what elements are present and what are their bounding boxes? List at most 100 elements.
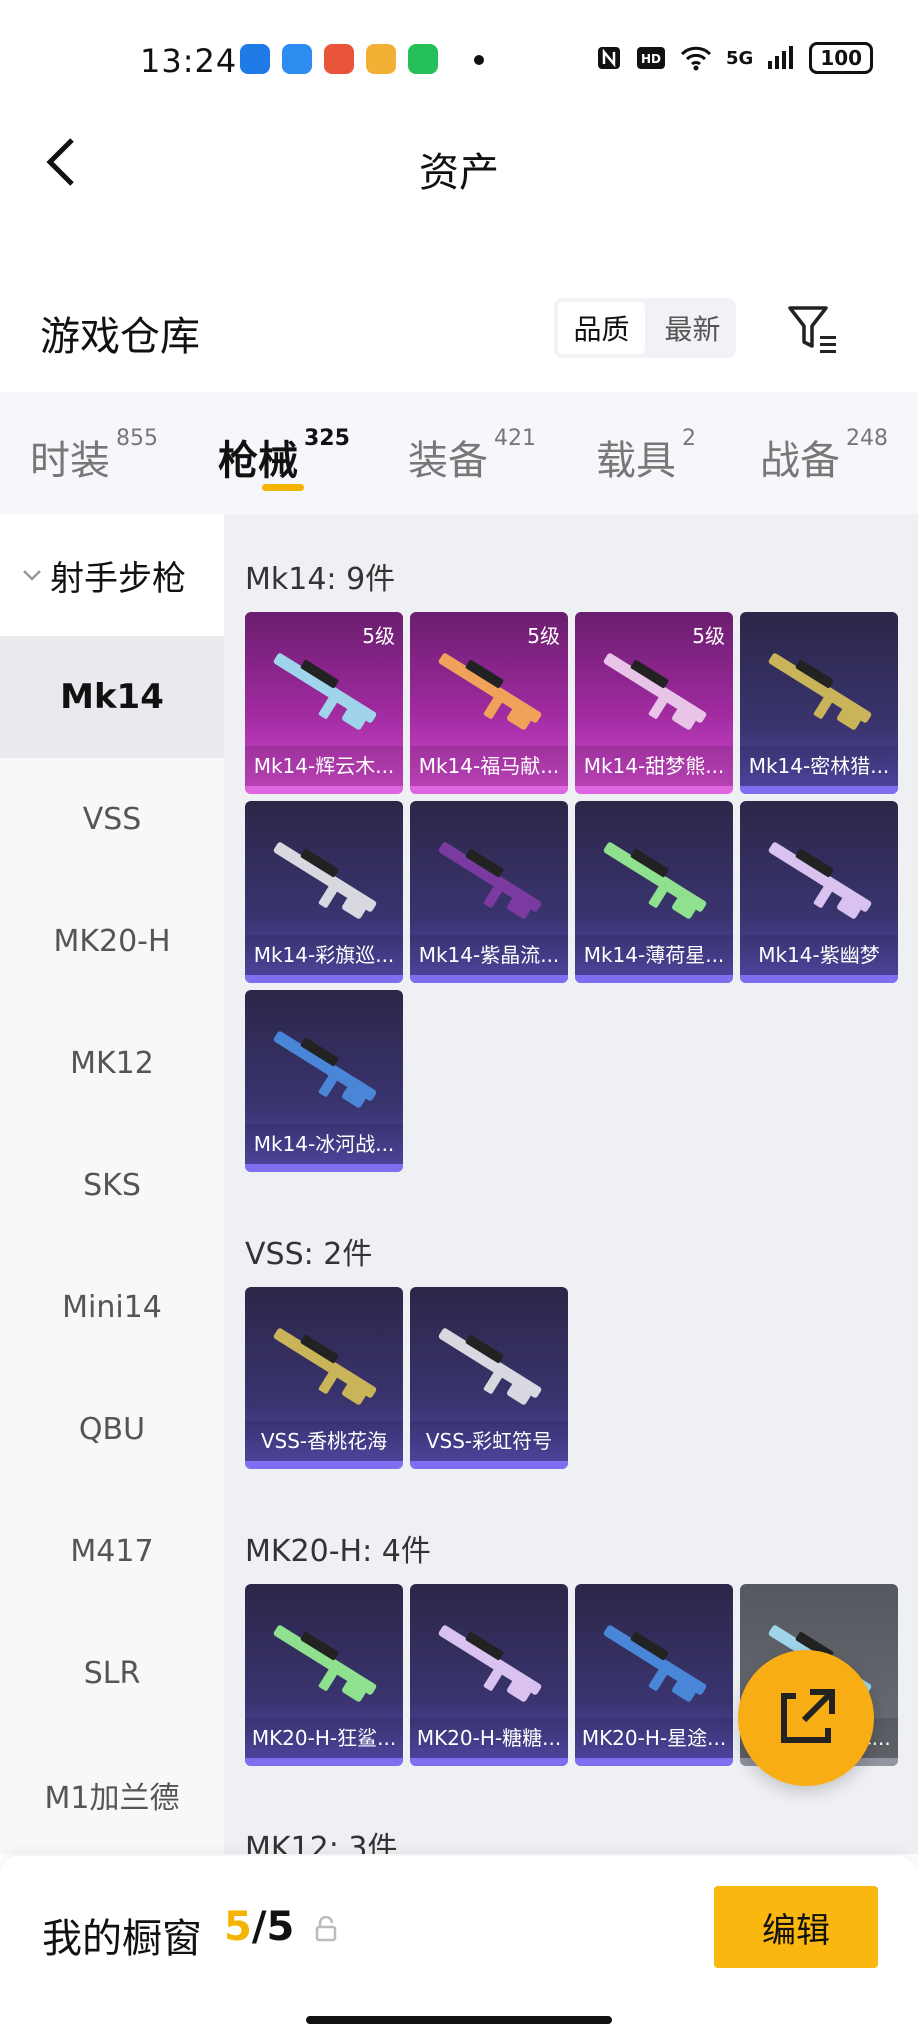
tab-count: 2 bbox=[682, 426, 696, 451]
more-notifications-dot-icon bbox=[474, 55, 484, 65]
rarity-bar bbox=[245, 975, 403, 983]
weapon-image bbox=[603, 1625, 707, 1702]
app-notification-icon bbox=[240, 44, 270, 74]
weapon-card[interactable]: Mk14-紫幽梦 bbox=[740, 801, 898, 983]
weapon-card[interactable]: Mk14-薄荷星... bbox=[575, 801, 733, 983]
showcase-count-total: 5 bbox=[266, 1904, 295, 1950]
weapon-name: Mk14-密林猎... bbox=[740, 746, 898, 786]
sidebar-item[interactable]: MK12 bbox=[0, 1002, 224, 1124]
status-time: 13:24 bbox=[140, 42, 238, 80]
weapon-card[interactable]: Mk14-密林猎... bbox=[740, 612, 898, 794]
edit-button[interactable]: 编辑 bbox=[714, 1886, 878, 1968]
weapon-name: Mk14-辉云木... bbox=[245, 746, 403, 786]
weapon-card[interactable]: Mk14-冰河战... bbox=[245, 990, 403, 1172]
tab-4[interactable]: 战备 248 bbox=[760, 426, 888, 486]
tab-count: 325 bbox=[304, 426, 350, 451]
weapon-name: VSS-彩虹符号 bbox=[410, 1421, 568, 1461]
weapon-card[interactable]: VSS-香桃花海 bbox=[245, 1287, 403, 1469]
app-notification-icon bbox=[366, 44, 396, 74]
weapon-name: VSS-香桃花海 bbox=[245, 1421, 403, 1461]
hd-icon: HD bbox=[637, 47, 665, 69]
weapon-card[interactable]: MK20-H-糖糖... bbox=[410, 1584, 568, 1766]
weapon-card[interactable]: MK20-H-狂鲨... bbox=[245, 1584, 403, 1766]
weapon-image bbox=[768, 653, 872, 730]
showcase-count: 5/5 bbox=[224, 1904, 294, 1950]
weapon-image bbox=[273, 653, 377, 730]
weapon-name: Mk14-紫幽梦 bbox=[740, 935, 898, 975]
sidebar-item[interactable]: SLR bbox=[0, 1612, 224, 1734]
weapon-card[interactable]: 5级 Mk14-辉云木... bbox=[245, 612, 403, 794]
section-title: MK20-H: 4件 bbox=[245, 1534, 431, 1569]
tab-2[interactable]: 装备 421 bbox=[408, 426, 536, 486]
status-bar: 13:24 HD 5G 100 bbox=[0, 0, 918, 120]
tab-3[interactable]: 载具 2 bbox=[596, 426, 696, 486]
weapon-name: MK20-H-糖糖... bbox=[410, 1718, 568, 1758]
weapon-name: MK20-H-狂鲨... bbox=[245, 1718, 403, 1758]
weapon-card[interactable]: 5级 Mk14-福马献... bbox=[410, 612, 568, 794]
filter-icon[interactable] bbox=[786, 302, 840, 356]
weapon-image bbox=[768, 842, 872, 919]
sidebar-item[interactable]: Mini14 bbox=[0, 1246, 224, 1368]
weapon-image bbox=[438, 1625, 542, 1702]
section-title: VSS: 2件 bbox=[245, 1237, 373, 1272]
section-title: Mk14: 9件 bbox=[245, 562, 396, 597]
share-fab-button[interactable] bbox=[738, 1650, 874, 1786]
rarity-bar bbox=[245, 786, 403, 794]
showcase-count-separator: / bbox=[251, 1904, 267, 1950]
app-notification-icon bbox=[282, 44, 312, 74]
lock-icon bbox=[315, 1916, 337, 1942]
share-out-icon bbox=[781, 1689, 835, 1743]
rarity-bar bbox=[740, 786, 898, 794]
rarity-bar bbox=[575, 975, 733, 983]
weapon-image bbox=[603, 653, 707, 730]
sidebar: 射手步枪 Mk14 VSS MK20-H MK12 SKS Mini14 QBU M417 SL… bbox=[0, 514, 224, 1854]
rarity-bar bbox=[575, 786, 733, 794]
weapon-card[interactable]: Mk14-彩旗巡... bbox=[245, 801, 403, 983]
tab-count: 248 bbox=[846, 426, 888, 451]
weapon-image bbox=[273, 842, 377, 919]
tab-label: 时装 bbox=[30, 438, 110, 484]
level-badge: 5级 bbox=[362, 624, 395, 648]
weapon-name: Mk14-福马献... bbox=[410, 746, 568, 786]
weapon-card[interactable]: 5级 Mk14-甜梦熊... bbox=[575, 612, 733, 794]
weapon-card[interactable]: MK20-H-星途... bbox=[575, 1584, 733, 1766]
level-badge: 5级 bbox=[527, 624, 560, 648]
sidebar-item[interactable]: M417 bbox=[0, 1490, 224, 1612]
showcase-title: 我的橱窗 bbox=[42, 1916, 202, 1962]
rarity-bar bbox=[410, 975, 568, 983]
weapon-image bbox=[438, 1328, 542, 1405]
home-indicator[interactable] bbox=[306, 2016, 612, 2024]
notification-icons bbox=[240, 44, 438, 74]
section-title: MK12: 3件 bbox=[245, 1831, 398, 1854]
level-badge: 5级 bbox=[692, 624, 725, 648]
weapon-card[interactable]: Mk14-紫晶流... bbox=[410, 801, 568, 983]
tab-0[interactable]: 时装 855 bbox=[30, 426, 158, 486]
weapon-name: Mk14-彩旗巡... bbox=[245, 935, 403, 975]
sidebar-category-header[interactable]: 射手步枪 bbox=[0, 514, 224, 636]
tab-count: 421 bbox=[494, 426, 536, 451]
sidebar-category-label: 射手步枪 bbox=[50, 558, 186, 599]
sidebar-item[interactable]: VSS bbox=[0, 758, 224, 880]
showcase-bar: 我的橱窗 5/5 编辑 bbox=[0, 1856, 918, 2040]
sort-newest-button[interactable]: 最新 bbox=[649, 298, 736, 358]
sort-quality-button[interactable]: 品质 bbox=[558, 302, 645, 354]
signal-icon bbox=[768, 46, 794, 69]
tab-label: 战备 bbox=[760, 438, 840, 484]
rarity-bar bbox=[410, 1758, 568, 1766]
rarity-bar bbox=[410, 786, 568, 794]
sidebar-item[interactable]: Mk14 bbox=[0, 636, 224, 758]
tab-label: 装备 bbox=[408, 438, 488, 484]
app-notification-icon bbox=[324, 44, 354, 74]
weapon-image bbox=[438, 842, 542, 919]
tab-1[interactable]: 枪械 325 bbox=[218, 426, 350, 486]
sidebar-item[interactable]: M1加兰德 bbox=[0, 1734, 224, 1856]
sidebar-item[interactable]: QBU bbox=[0, 1368, 224, 1490]
sidebar-item[interactable]: SKS bbox=[0, 1124, 224, 1246]
wifi-icon bbox=[680, 46, 712, 71]
app-notification-icon bbox=[408, 44, 438, 74]
battery-level: 100 bbox=[809, 42, 874, 74]
weapon-card[interactable]: VSS-彩虹符号 bbox=[410, 1287, 568, 1469]
sidebar-item[interactable]: MK20-H bbox=[0, 880, 224, 1002]
nfc-icon bbox=[598, 47, 620, 69]
rarity-bar bbox=[245, 1164, 403, 1172]
